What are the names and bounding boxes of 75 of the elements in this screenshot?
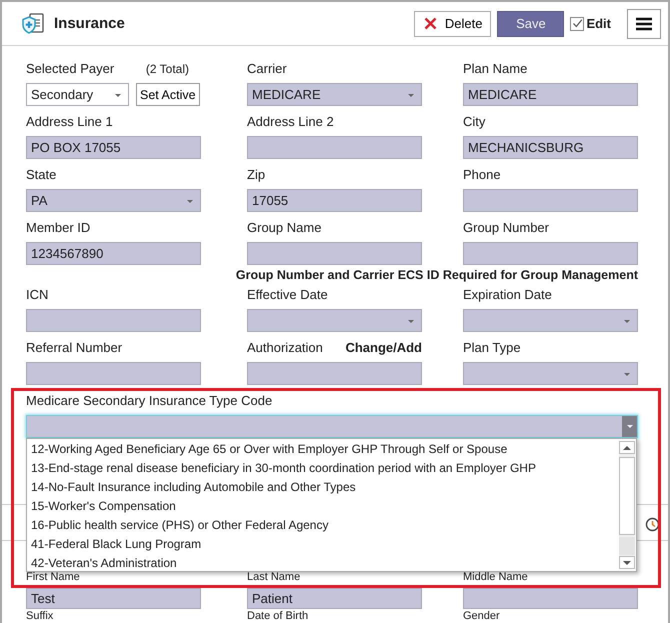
dropdown-option[interactable]: 15-Worker's Compensation (27, 497, 619, 516)
field-label: Address Line 1 (26, 114, 113, 130)
save-button[interactable]: Save (497, 10, 564, 36)
input-field[interactable]: 1234567890 (26, 242, 201, 265)
edit-checkbox[interactable] (570, 16, 584, 30)
field-label: Selected Payer (26, 61, 114, 77)
caret-icon (187, 200, 193, 203)
close-icon (424, 17, 437, 30)
field-label: ICN (26, 287, 48, 303)
input-field[interactable]: Patient (247, 588, 422, 609)
input-field[interactable] (26, 309, 201, 332)
field-label: City (463, 114, 486, 130)
change-add-link[interactable]: Change/Add (345, 340, 422, 356)
msp-select-field[interactable] (26, 415, 638, 438)
field-label: Middle Name (463, 572, 528, 583)
field-label: Phone (463, 167, 501, 183)
dropdown-option[interactable]: 12-Working Aged Beneficiary Age 65 or Over with Employer GHP Through Self or Spouse (27, 440, 619, 459)
input-field[interactable]: PO BOX 17055 (26, 136, 201, 159)
dropdown-option[interactable]: 42-Veteran's Administration (27, 554, 619, 573)
field-label: Authorization (247, 340, 323, 356)
menu-button[interactable] (627, 8, 661, 38)
field-label: Last Name (247, 572, 300, 583)
field-label: Plan Type (463, 340, 521, 356)
field-label: Zip (247, 167, 266, 183)
field-label: Member ID (26, 220, 90, 236)
payer-count: (2 Total) (146, 61, 189, 77)
field-label: Plan Name (463, 61, 528, 77)
input-field[interactable]: Test (26, 588, 201, 609)
dropdown-option[interactable]: 16-Public health service (PHS) or Other Federal Agency (27, 516, 619, 535)
input-field[interactable]: MEDICARE (463, 83, 638, 106)
insurance-shield-icon (20, 10, 46, 36)
input-field[interactable] (247, 242, 422, 265)
field-label: Address Line 2 (247, 114, 334, 130)
select-field[interactable] (247, 309, 422, 332)
scrollbar[interactable] (619, 441, 635, 569)
dropdown-option[interactable]: 13-End-stage renal disease beneficiary in 30-month coordination period with an Employer GHP (27, 459, 619, 478)
caret-icon (408, 320, 414, 323)
field-label: Medicare Secondary Insurance Type Code (26, 393, 272, 409)
edit-label: Edit (586, 16, 611, 31)
input-field[interactable]: MECHANICSBURG (463, 136, 638, 159)
input-field[interactable] (247, 362, 422, 385)
panel-title: Insurance (54, 15, 125, 32)
delete-button[interactable]: Delete (414, 10, 492, 36)
select-field[interactable]: PA (26, 189, 201, 212)
dropdown-option[interactable]: 14-No-Fault Insurance including Automobile and Other Types (27, 478, 619, 497)
caret-icon (115, 94, 121, 97)
caret-icon (624, 320, 630, 323)
field-label: Group Name (247, 220, 322, 236)
input-field[interactable] (26, 362, 201, 385)
field-label: Expiration Date (463, 287, 552, 303)
field-label: Gender (463, 611, 500, 622)
select-field[interactable] (463, 362, 638, 385)
menu-icon (636, 16, 652, 30)
input-field[interactable]: 17055 (247, 189, 422, 212)
field-label: First Name (26, 572, 80, 583)
field-label: Suffix (26, 611, 54, 622)
field-label: Referral Number (26, 340, 122, 356)
input-field[interactable] (463, 588, 638, 609)
payer-select[interactable]: Secondary (26, 83, 129, 106)
caret-icon (408, 94, 414, 97)
input-field[interactable] (463, 242, 638, 265)
select-field[interactable] (463, 309, 638, 332)
field-label: Effective Date (247, 287, 328, 303)
input-field[interactable] (463, 189, 638, 212)
clock-icon (645, 517, 660, 532)
dropdown-option[interactable]: 41-Federal Black Lung Program (27, 535, 619, 554)
field-label: Group Number (463, 220, 549, 236)
group-requirement-note: Group Number and Carrier ECS ID Required for Group Management (234, 267, 638, 283)
select-field[interactable]: MEDICARE (247, 83, 422, 106)
input-field[interactable] (247, 136, 422, 159)
set-active-button[interactable]: Set Active (136, 83, 200, 106)
field-label: Carrier (247, 61, 287, 77)
caret-icon (624, 373, 630, 376)
field-label: State (26, 167, 56, 183)
field-label: Date of Birth (247, 611, 308, 622)
